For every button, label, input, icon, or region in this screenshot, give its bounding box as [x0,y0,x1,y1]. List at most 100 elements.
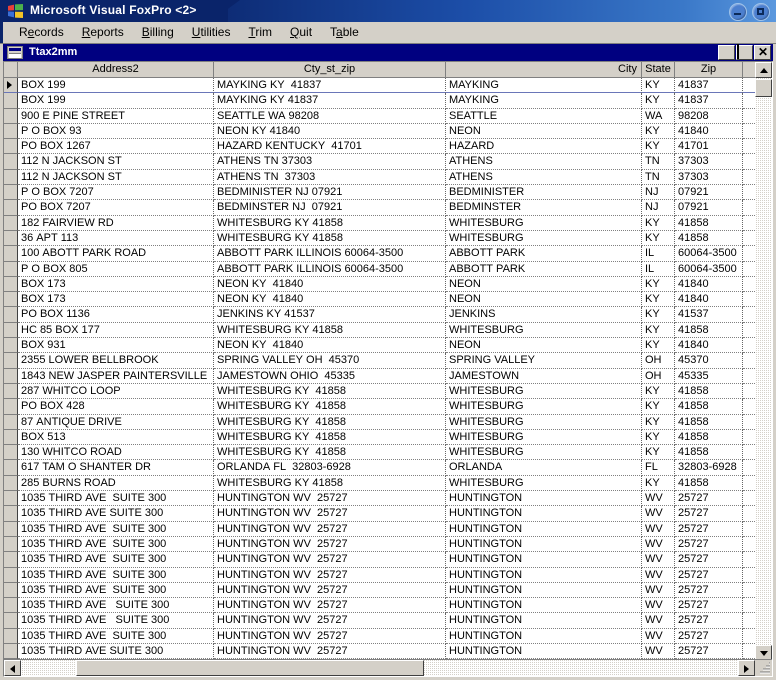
table-row[interactable]: PO BOX 1267 HAZARD KENTUCKY 41701 HAZARD KY… [4,139,772,155]
cell-zip[interactable]: 45370 [675,353,743,369]
cell-cty_st_zip[interactable]: JENKINS KY 41537 [214,307,446,323]
cell-city[interactable]: HUNTINGTON [446,536,642,553]
cell-cty_st_zip[interactable]: NEON KY 41840 [214,292,446,308]
cell-state[interactable]: KY [642,230,675,247]
cell-cty_st_zip[interactable]: WHITESBURG KY 41858 [214,445,446,461]
record-selector-cell[interactable] [4,353,18,369]
table-row[interactable]: 617 TAM O SHANTER DR ORLANDA FL 32803-692… [4,460,772,476]
cell-state[interactable]: TN [642,169,675,186]
record-selector-cell[interactable] [4,292,18,308]
table-row[interactable]: 87 ANTIQUE DRIVE WHITESBURG KY 41858 WHITE… [4,414,772,430]
cell-state[interactable]: KY [642,276,675,293]
record-selector-cell[interactable] [4,506,18,522]
cell-city[interactable]: NEON [446,276,642,293]
cell-state[interactable]: NJ [642,185,675,201]
cell-zip[interactable]: 25727 [675,567,743,583]
cell-city[interactable]: NEON [446,123,642,140]
cell-city[interactable]: HUNTINGTON [446,491,642,507]
cell-state[interactable]: IL [642,261,675,277]
cell-cty_st_zip[interactable]: NEON KY 41840 [214,338,446,354]
cell-cty_st_zip[interactable]: ATHENS TN 37303 [214,169,446,186]
table-row[interactable]: BOX 931 NEON KY 41840 NEON KY 41840 [4,338,772,354]
table-row[interactable]: 1035 THIRD AVE SUITE 300 HUNTINGTON WV 25… [4,506,772,522]
cell-address2[interactable]: PO BOX 7207 [18,200,214,216]
cell-state[interactable]: WA [642,108,675,124]
cell-address2[interactable]: 1035 THIRD AVE SUITE 300 [18,582,214,599]
vertical-scroll-track[interactable] [755,78,772,645]
cell-zip[interactable]: 98208 [675,108,743,124]
cell-city[interactable]: NEON [446,292,642,308]
cell-city[interactable]: ORLANDA [446,460,642,476]
cell-zip[interactable]: 60064-3500 [675,246,743,262]
record-selector-cell[interactable] [4,93,18,109]
menu-item-trim[interactable]: Trim [239,22,281,43]
cell-city[interactable]: HUNTINGTON [446,521,642,537]
horizontal-scrollbar[interactable] [4,659,772,676]
cell-zip[interactable]: 25727 [675,598,743,614]
cell-state[interactable]: WV [642,598,675,614]
table-row[interactable]: 112 N JACKSON ST ATHENS TN 37303 ATHENS TN 3… [4,169,772,186]
cell-cty_st_zip[interactable]: WHITESBURG KY 41858 [214,399,446,415]
cell-cty_st_zip[interactable]: HUNTINGTON WV 25727 [214,506,446,522]
cell-city[interactable]: ATHENS [446,154,642,170]
record-selector-cell[interactable] [4,123,18,140]
record-selector-cell[interactable] [4,475,18,492]
child-close-button[interactable]: ✕ [754,45,771,60]
cell-address2[interactable]: 1035 THIRD AVE SUITE 300 [18,506,214,522]
table-row[interactable]: 1035 THIRD AVE SUITE 300 HUNTINGTON WV 25… [4,598,772,614]
cell-city[interactable]: SPRING VALLEY [446,353,642,369]
cell-zip[interactable]: 25727 [675,506,743,522]
cell-city[interactable]: WHITESBURG [446,383,642,400]
resize-grip[interactable] [755,660,772,676]
cell-cty_st_zip[interactable]: MAYKING KY 41837 [214,93,446,109]
cell-state[interactable]: KY [642,414,675,430]
cell-city[interactable]: WHITESBURG [446,445,642,461]
cell-cty_st_zip[interactable]: WHITESBURG KY 41858 [214,429,446,446]
table-row[interactable]: 1035 THIRD AVE SUITE 300 HUNTINGTON WV 25… [4,552,772,568]
table-row[interactable]: 2355 LOWER BELLBROOK SPRING VALLEY OH 453… [4,353,772,369]
menu-item-reports[interactable]: Reports [73,22,133,43]
cell-city[interactable]: HUNTINGTON [446,598,642,614]
cell-state[interactable]: KY [642,338,675,354]
cell-zip[interactable]: 37303 [675,154,743,170]
child-minimize-button[interactable] [718,45,735,60]
cell-city[interactable]: JAMESTOWN [446,368,642,384]
table-row[interactable]: BOX 173 NEON KY 41840 NEON KY 41840 [4,292,772,308]
table-row[interactable]: 36 APT 113 WHITESBURG KY 41858 WHITESBURG K… [4,230,772,247]
cell-zip[interactable]: 41701 [675,139,743,155]
cell-city[interactable]: HUNTINGTON [446,628,642,644]
cell-zip[interactable]: 60064-3500 [675,261,743,277]
cell-address2[interactable]: 1035 THIRD AVE SUITE 300 [18,643,214,660]
cell-cty_st_zip[interactable]: JAMESTOWN OHIO 45335 [214,368,446,384]
cell-cty_st_zip[interactable]: WHITESBURG KY 41858 [214,414,446,430]
record-selector-cell[interactable] [4,399,18,415]
cell-address2[interactable]: 1035 THIRD AVE SUITE 300 [18,552,214,568]
cell-cty_st_zip[interactable]: HUNTINGTON WV 25727 [214,628,446,644]
cell-address2[interactable]: BOX 173 [18,292,214,308]
record-selector-cell[interactable] [4,322,18,339]
record-selector-cell[interactable] [4,230,18,247]
cell-zip[interactable]: 41858 [675,414,743,430]
cell-cty_st_zip[interactable]: ABBOTT PARK ILLINOIS 60064-3500 [214,246,446,262]
cell-cty_st_zip[interactable]: WHITESBURG KY 41858 [214,230,446,247]
app-maximize-button[interactable] [752,3,770,21]
record-selector-cell[interactable] [4,139,18,155]
cell-address2[interactable]: BOX 513 [18,429,214,446]
cell-state[interactable]: KY [642,215,675,231]
cell-address2[interactable]: PO BOX 1136 [18,307,214,323]
table-row[interactable]: 1035 THIRD AVE SUITE 300 HUNTINGTON WV 25… [4,536,772,553]
cell-cty_st_zip[interactable]: ABBOTT PARK ILLINOIS 60064-3500 [214,261,446,277]
cell-address2[interactable]: 1035 THIRD AVE SUITE 300 [18,613,214,629]
record-selector-cell[interactable] [4,215,18,231]
cell-cty_st_zip[interactable]: ATHENS TN 37303 [214,154,446,170]
cell-zip[interactable]: 25727 [675,552,743,568]
record-selector-cell[interactable] [4,582,18,599]
cell-cty_st_zip[interactable]: BEDMINISTER NJ 07921 [214,185,446,201]
record-selector-cell[interactable] [4,628,18,644]
cell-cty_st_zip[interactable]: MAYKING KY 41837 [214,78,446,94]
cell-city[interactable]: WHITESBURG [446,414,642,430]
cell-address2[interactable]: 1035 THIRD AVE SUITE 300 [18,536,214,553]
scroll-up-button[interactable] [755,62,772,78]
cell-zip[interactable]: 25727 [675,521,743,537]
cell-city[interactable]: HUNTINGTON [446,552,642,568]
